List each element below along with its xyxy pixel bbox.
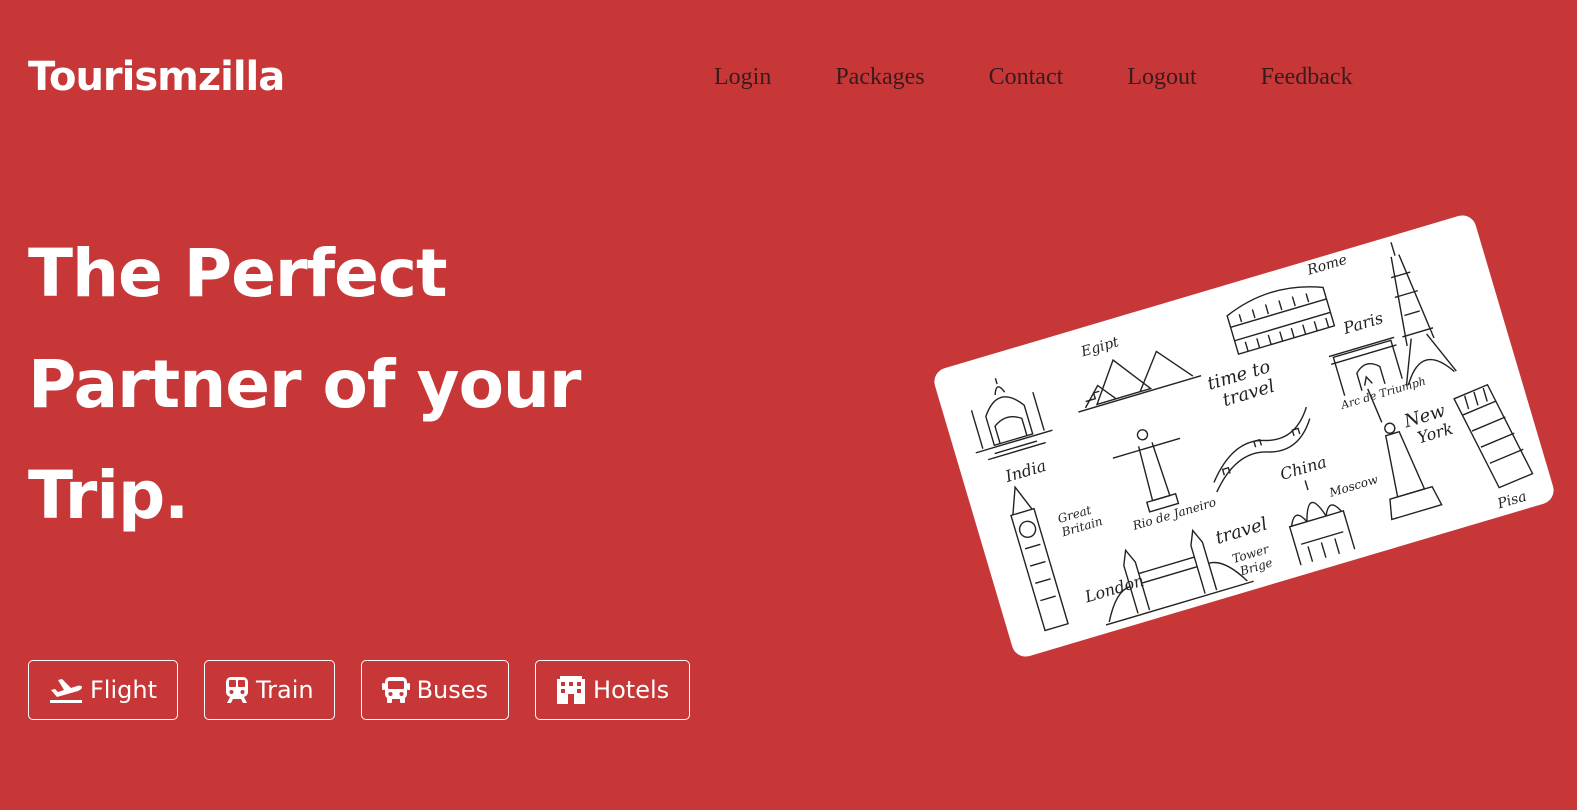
service-buttons: Flight Train Buses Hotels bbox=[28, 660, 716, 720]
colosseum-drawing bbox=[1226, 286, 1336, 356]
landmarks-sketch-art bbox=[970, 242, 1534, 632]
nav-login[interactable]: Login bbox=[714, 60, 771, 94]
plane-departure-icon bbox=[50, 679, 82, 703]
main-nav: Login Packages Contact Logout Feedback bbox=[714, 60, 1417, 94]
hotels-label: Hotels bbox=[593, 676, 670, 704]
brand-logo[interactable]: Tourismzilla bbox=[28, 50, 285, 104]
hotel-icon bbox=[557, 676, 586, 704]
great-wall-drawing bbox=[1213, 406, 1311, 493]
train-label: Train bbox=[256, 676, 314, 704]
flight-button[interactable]: Flight bbox=[28, 660, 178, 720]
taj-mahal-drawing bbox=[970, 378, 1053, 461]
train-icon bbox=[226, 677, 248, 703]
landmarks-sketch: India Egipt Rome Paris time to travel Ar… bbox=[931, 212, 1557, 660]
hero-heading: The Perfect Partner of your Trip. bbox=[28, 218, 668, 551]
big-ben-drawing bbox=[1010, 485, 1069, 632]
hotels-button[interactable]: Hotels bbox=[535, 660, 691, 720]
hero-line-1: The Perfect bbox=[28, 235, 448, 312]
travel-illustration-card: India Egipt Rome Paris time to travel Ar… bbox=[931, 212, 1557, 660]
buses-label: Buses bbox=[416, 676, 489, 704]
bus-icon bbox=[381, 677, 410, 703]
buses-button[interactable]: Buses bbox=[360, 660, 510, 720]
nav-logout[interactable]: Logout bbox=[1127, 60, 1196, 94]
train-button[interactable]: Train bbox=[204, 660, 335, 720]
nav-feedback[interactable]: Feedback bbox=[1261, 60, 1353, 94]
leaning-tower-of-pisa-drawing bbox=[1453, 383, 1534, 489]
flight-label: Flight bbox=[90, 676, 157, 704]
nav-packages[interactable]: Packages bbox=[835, 60, 924, 94]
hero-line-2: Partner of your bbox=[28, 346, 581, 423]
nav-contact[interactable]: Contact bbox=[989, 60, 1064, 94]
hero-line-3: Trip. bbox=[28, 457, 189, 534]
